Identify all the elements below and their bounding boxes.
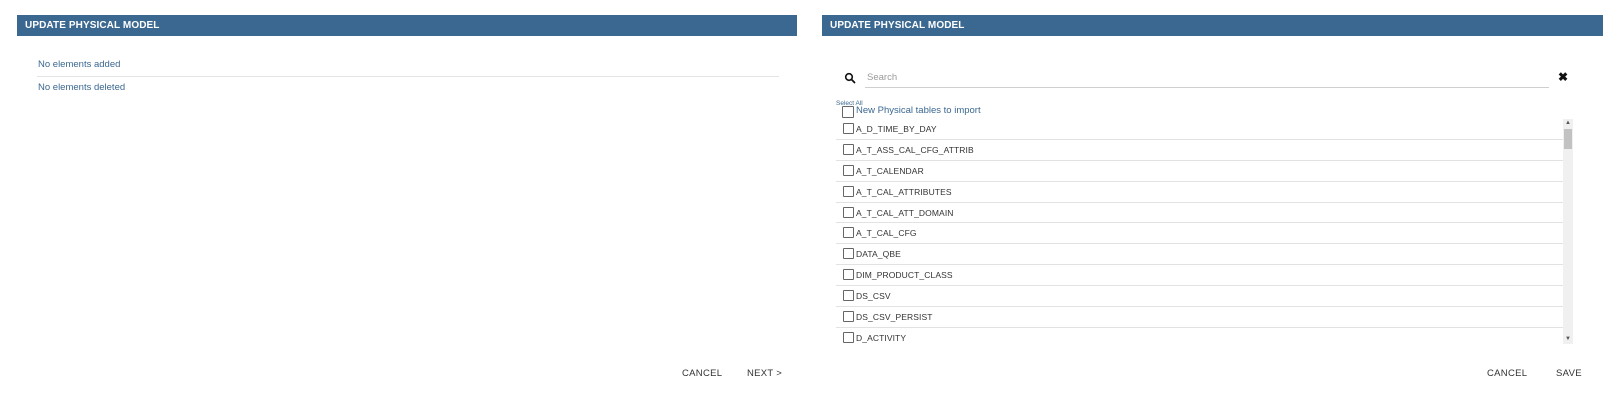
added-elements-summary: No elements added — [37, 54, 779, 77]
list-item: DATA_QBE — [836, 244, 1563, 266]
table-checkbox[interactable] — [843, 206, 854, 218]
table-name: A_D_TIME_BY_DAY — [856, 124, 937, 134]
table-checkbox[interactable] — [843, 269, 854, 281]
cancel-button[interactable]: CANCEL — [1481, 364, 1533, 383]
table-checkbox[interactable] — [843, 331, 854, 343]
close-icon[interactable]: ✖ — [1558, 69, 1568, 85]
table-checkbox[interactable] — [843, 123, 854, 134]
search-icon — [844, 72, 856, 84]
physical-tables-list: A_D_TIME_BY_DAY A_T_ASS_CAL_CFG_ATTRIB A… — [836, 119, 1563, 344]
search-bar: ✖ — [844, 65, 1568, 95]
list-scrollbar[interactable]: ▲ ▼ — [1563, 119, 1573, 344]
table-checkbox[interactable] — [843, 227, 854, 239]
list-item: DS_CSV — [836, 286, 1563, 308]
update-physical-model-dialog-right: UPDATE PHYSICAL MODEL ✖ Select All New P… — [822, 15, 1603, 400]
table-name: DS_CSV — [856, 291, 891, 302]
table-checkbox[interactable] — [843, 248, 854, 260]
table-name: A_T_CALENDAR — [856, 165, 924, 176]
scroll-down-arrow-icon[interactable]: ▼ — [1563, 335, 1573, 344]
table-name: DS_CSV_PERSIST — [856, 312, 933, 323]
search-input[interactable] — [865, 67, 1549, 88]
list-item: DIM_PRODUCT_CLASS — [836, 265, 1563, 287]
table-checkbox[interactable] — [843, 143, 854, 155]
select-all-checkbox[interactable] — [842, 106, 854, 118]
scroll-up-arrow-icon[interactable]: ▲ — [1563, 119, 1573, 128]
list-item: A_T_CAL_ATT_DOMAIN — [836, 203, 1563, 224]
table-name: A_T_CAL_ATT_DOMAIN — [856, 207, 954, 218]
table-checkbox[interactable] — [843, 290, 854, 302]
list-item: A_T_ASS_CAL_CFG_ATTRIB — [836, 140, 1563, 161]
dialog-title: UPDATE PHYSICAL MODEL — [17, 15, 797, 36]
dialog-title: UPDATE PHYSICAL MODEL — [822, 15, 1603, 36]
change-summary-list: No elements added No elements deleted — [37, 54, 779, 99]
list-item: A_T_CAL_CFG — [836, 223, 1563, 245]
select-all-row: Select All New Physical tables to import — [836, 100, 1576, 120]
scrollbar-thumb[interactable] — [1564, 129, 1572, 149]
table-name: DATA_QBE — [856, 249, 901, 260]
cancel-button[interactable]: CANCEL — [676, 364, 728, 383]
table-checkbox[interactable] — [843, 164, 854, 176]
list-item: A_T_CALENDAR — [836, 161, 1563, 182]
list-item: D_ACTIVITY — [836, 328, 1563, 344]
list-item: DS_CSV_PERSIST — [836, 307, 1563, 328]
next-button[interactable]: NEXT > — [741, 364, 788, 383]
table-name: A_T_CAL_ATTRIBUTES — [856, 186, 952, 197]
table-checkbox[interactable] — [843, 311, 854, 323]
select-all-text: New Physical tables to import — [856, 105, 981, 116]
table-name: D_ACTIVITY — [856, 332, 907, 343]
table-name: A_T_ASS_CAL_CFG_ATTRIB — [856, 144, 974, 155]
update-physical-model-dialog-left: UPDATE PHYSICAL MODEL No elements added … — [17, 15, 797, 400]
list-item: A_T_CAL_ATTRIBUTES — [836, 182, 1563, 203]
table-checkbox[interactable] — [843, 185, 854, 197]
list-item: A_D_TIME_BY_DAY — [836, 119, 1563, 140]
table-name: A_T_CAL_CFG — [856, 228, 917, 239]
save-button[interactable]: SAVE — [1550, 364, 1588, 383]
table-name: DIM_PRODUCT_CLASS — [856, 270, 953, 281]
deleted-elements-summary: No elements deleted — [38, 82, 126, 93]
